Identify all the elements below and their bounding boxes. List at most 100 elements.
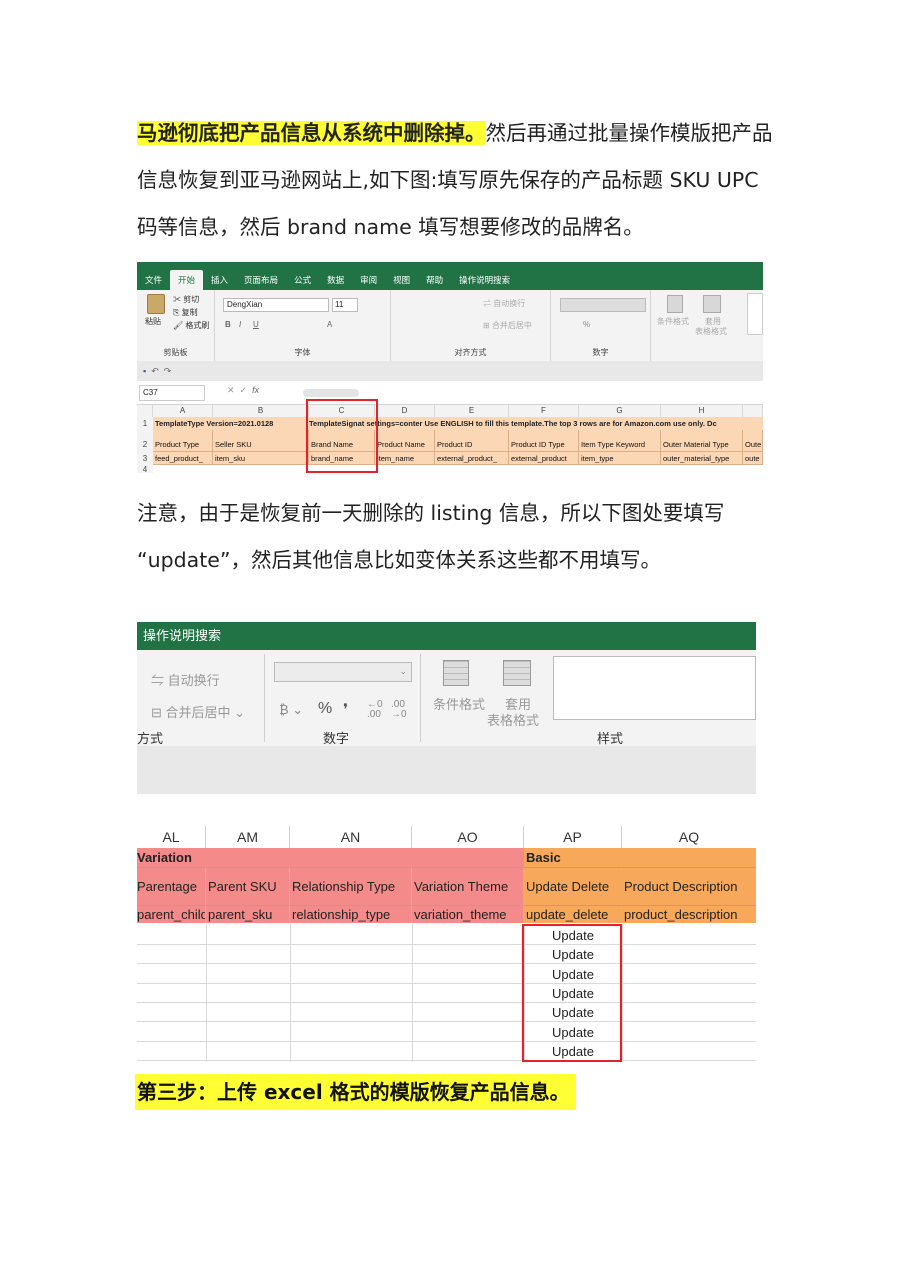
bold-button[interactable]: B [225,320,231,329]
ribbon-tab[interactable]: 数据 [319,270,352,290]
header-cell[interactable]: Product Description [622,867,756,905]
field-cell[interactable]: variation_theme [412,905,524,923]
percent-button[interactable]: % [583,320,590,329]
undo-icon[interactable]: ↶ [151,366,159,376]
field-cell[interactable]: product_description [622,905,756,923]
comma-button[interactable]: ❜ [343,700,348,720]
underline-button[interactable]: U [253,320,259,329]
field-cell[interactable]: item_type [579,452,661,465]
column-header-h[interactable]: H [661,405,743,417]
header-cell[interactable]: Outer Material Type [661,430,743,452]
header-cell[interactable]: Oute [743,430,763,452]
table-row[interactable] [137,984,756,1003]
header-cell[interactable]: Product Name [375,430,435,452]
currency-button[interactable]: ₿ ⌄ [279,702,303,718]
table-row[interactable] [137,945,756,965]
ribbon-tab[interactable]: 公式 [286,270,319,290]
ribbon-tab[interactable]: 视图 [385,270,418,290]
column-header-g[interactable]: G [579,405,661,417]
decrease-decimal-button[interactable]: .00 →0 [391,700,407,720]
column-header-aq[interactable]: AQ [622,826,756,848]
header-cell[interactable]: Seller SKU [213,430,309,452]
column-header-an[interactable]: AN [290,826,412,848]
table-row[interactable] [137,965,756,984]
header-cell[interactable]: Parent SKU [206,867,290,905]
template-type-row[interactable]: TemplateType Version=2021.0128 TemplateSi… [153,417,763,430]
header-cell[interactable]: Update Delete [524,867,622,905]
copy-button[interactable]: ⎘ 复制 [173,307,198,318]
field-cell[interactable]: feed_product_ [153,452,213,465]
ribbon-tab[interactable]: 插入 [203,270,236,290]
column-header-extra[interactable] [743,405,763,417]
table-row[interactable] [137,1023,756,1042]
fx-icon[interactable]: ✕ ✓ fx [227,385,259,396]
number-format-dropdown[interactable]: ⌄ [274,662,412,682]
field-cell[interactable]: external_product_ [435,452,509,465]
column-header-d[interactable]: D [375,405,435,417]
font-name-field[interactable]: DengXian [223,298,329,312]
corner-cell[interactable] [137,405,153,417]
font-color-button[interactable]: A [327,320,332,329]
ribbon-tab[interactable]: 文件 [137,270,170,290]
ribbon-tab[interactable]: 帮助 [418,270,451,290]
field-cell[interactable]: parent_sku [206,905,290,923]
field-cell[interactable]: parent_child [137,905,206,923]
increase-decimal-button[interactable]: ←0.00 [367,700,383,720]
number-format-field[interactable] [560,298,646,312]
column-header-e[interactable]: E [435,405,509,417]
field-cell[interactable]: outer_material_type [661,452,743,465]
format-painter-button[interactable]: 🖌 格式刷 [173,320,209,331]
formula-content[interactable] [303,389,359,397]
table-row[interactable] [137,1042,756,1061]
save-icon[interactable]: ▪ [143,366,146,376]
row-number[interactable]: 4 [137,465,153,473]
column-header-al[interactable]: AL [137,826,206,848]
table-format-label-2[interactable]: 表格格式 [695,326,727,337]
merge-center-button[interactable]: ⊞ 合并后居中 [483,320,532,331]
merge-center-button[interactable]: ⊟ 合并后居中 ⌄ [151,702,245,721]
table-row[interactable] [137,926,756,945]
column-header-b[interactable]: B [213,405,309,417]
name-box[interactable]: C37 [139,385,205,401]
wrap-text-button[interactable]: ⇌ 自动换行 [483,298,525,309]
conditional-format-button[interactable]: 条件格式 [433,694,485,713]
column-header-a[interactable]: A [153,405,213,417]
conditional-format-button[interactable]: 条件格式 [657,316,689,327]
field-cell[interactable]: item_name [375,452,435,465]
header-cell[interactable]: Product ID [435,430,509,452]
field-cell[interactable]: external_product [509,452,579,465]
tell-me-search[interactable]: 操作说明搜索 [137,622,756,650]
basic-band[interactable]: Basic [524,848,756,867]
header-cell[interactable]: Product Type [153,430,213,452]
field-cell[interactable]: item_sku [213,452,309,465]
field-cell[interactable]: oute [743,452,763,465]
column-header-ao[interactable]: AO [412,826,524,848]
font-size-field[interactable]: 11 [332,298,358,312]
wrap-text-button[interactable]: ⇋ 自动换行 [151,670,220,689]
italic-button[interactable]: I [239,320,241,329]
header-cell[interactable]: Product ID Type [509,430,579,452]
header-cell[interactable]: Variation Theme [412,867,524,905]
paste-button[interactable]: 粘贴 [145,316,161,327]
ribbon-tab[interactable]: 开始 [170,270,204,290]
cell-styles-gallery[interactable] [553,656,756,720]
template-version-cell[interactable]: TemplateType Version=2021.0128 [153,417,309,430]
header-cell[interactable]: Relationship Type [290,867,412,905]
table-row[interactable] [137,1003,756,1023]
row-number[interactable]: 1 [137,417,153,430]
header-cell[interactable]: Parentage [137,867,206,905]
percent-button[interactable]: % [318,700,332,718]
field-cell[interactable]: relationship_type [290,905,412,923]
field-cell[interactable]: update_delete [524,905,622,923]
row-number[interactable]: 2 [137,430,153,452]
row-number[interactable]: 3 [137,452,153,465]
paste-icon[interactable] [147,294,165,314]
column-header-f[interactable]: F [509,405,579,417]
table-format-label-2[interactable]: 表格格式 [487,710,539,729]
ribbon-tab[interactable]: 审阅 [352,270,385,290]
column-header-ap[interactable]: AP [524,826,622,848]
cut-button[interactable]: ✂ 剪切 [173,294,199,305]
redo-icon[interactable]: ↷ [164,366,172,376]
ribbon-tab[interactable]: 页面布局 [236,270,286,290]
column-header-am[interactable]: AM [206,826,290,848]
